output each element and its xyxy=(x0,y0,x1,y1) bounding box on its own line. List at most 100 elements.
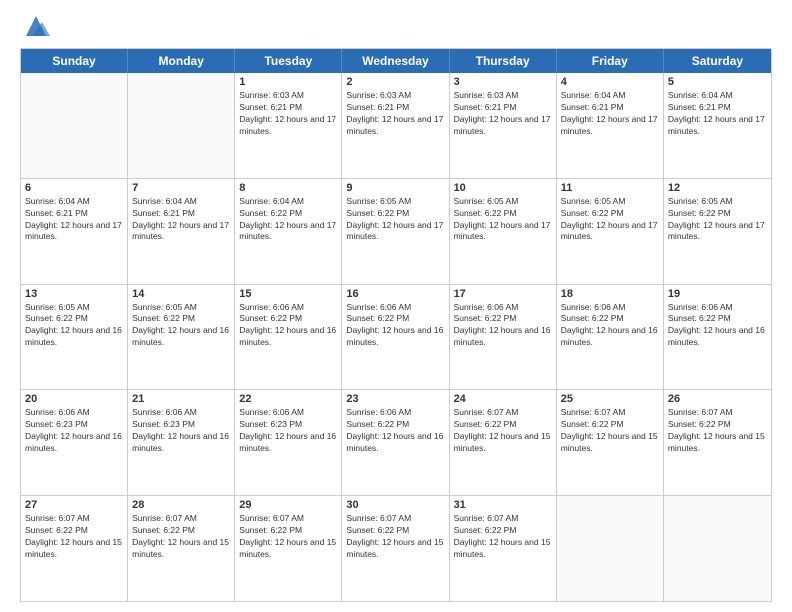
day-cell-21: 21 Sunrise: 6:06 AM Sunset: 6:23 PM Dayli… xyxy=(128,390,235,495)
day-number: 6 xyxy=(25,182,123,194)
day-number: 20 xyxy=(25,393,123,405)
day-cell-23: 23 Sunrise: 6:06 AM Sunset: 6:22 PM Dayli… xyxy=(342,390,449,495)
day-number: 24 xyxy=(454,393,552,405)
day-info: Sunrise: 6:03 AM Sunset: 6:21 PM Dayligh… xyxy=(239,90,337,138)
day-cell-9: 9 Sunrise: 6:05 AM Sunset: 6:22 PM Daylig… xyxy=(342,179,449,284)
day-cell-13: 13Sunrise: 6:05 AM Sunset: 6:22 PM Dayli… xyxy=(21,285,128,390)
day-number: 19 xyxy=(668,288,767,300)
day-cell-1: 1 Sunrise: 6:03 AM Sunset: 6:21 PM Daylig… xyxy=(235,73,342,178)
day-cell-27: 27 Sunrise: 6:07 AM Sunset: 6:22 PM Dayli… xyxy=(21,496,128,601)
day-info: Sunrise: 6:05 AM Sunset: 6:22 PM Dayligh… xyxy=(561,196,659,244)
empty-cell xyxy=(557,496,664,601)
day-cell-17: 17Sunrise: 6:06 AM Sunset: 6:22 PM Dayli… xyxy=(450,285,557,390)
day-number: 16 xyxy=(346,288,444,300)
empty-cell xyxy=(664,496,771,601)
day-number: 30 xyxy=(346,499,444,511)
day-number: 25 xyxy=(561,393,659,405)
logo-icon xyxy=(22,12,50,40)
day-info: Sunrise: 6:07 AM Sunset: 6:22 PM Dayligh… xyxy=(668,407,767,455)
day-info: Sunrise: 6:05 AM Sunset: 6:22 PM Dayligh… xyxy=(132,302,230,350)
day-info: Sunrise: 6:07 AM Sunset: 6:22 PM Dayligh… xyxy=(132,513,230,561)
day-info: Sunrise: 6:06 AM Sunset: 6:23 PM Dayligh… xyxy=(132,407,230,455)
day-cell-24: 24Sunrise: 6:07 AM Sunset: 6:22 PM Dayli… xyxy=(450,390,557,495)
day-cell-31: 31 Sunrise: 6:07 AM Sunset: 6:22 PM Dayli… xyxy=(450,496,557,601)
day-number: 1 xyxy=(239,76,337,88)
day-cell-8: 8Sunrise: 6:04 AM Sunset: 6:22 PM Daylig… xyxy=(235,179,342,284)
day-cell-10: 10 Sunrise: 6:05 AM Sunset: 6:22 PM Dayli… xyxy=(450,179,557,284)
day-number: 18 xyxy=(561,288,659,300)
day-info: Sunrise: 6:07 AM Sunset: 6:22 PM Dayligh… xyxy=(25,513,123,561)
day-number: 11 xyxy=(561,182,659,194)
day-cell-3: 3Sunrise: 6:03 AM Sunset: 6:21 PM Daylig… xyxy=(450,73,557,178)
day-number: 3 xyxy=(454,76,552,88)
day-info: Sunrise: 6:06 AM Sunset: 6:22 PM Dayligh… xyxy=(346,407,444,455)
day-number: 14 xyxy=(132,288,230,300)
week-row-1: 1 Sunrise: 6:03 AM Sunset: 6:21 PM Daylig… xyxy=(21,73,771,179)
day-cell-29: 29 Sunrise: 6:07 AM Sunset: 6:22 PM Dayli… xyxy=(235,496,342,601)
day-info: Sunrise: 6:05 AM Sunset: 6:22 PM Dayligh… xyxy=(25,302,123,350)
day-number: 27 xyxy=(25,499,123,511)
day-cell-28: 28 Sunrise: 6:07 AM Sunset: 6:22 PM Dayli… xyxy=(128,496,235,601)
header-day-monday: Monday xyxy=(128,49,235,73)
day-cell-12: 12 Sunrise: 6:05 AM Sunset: 6:22 PM Dayli… xyxy=(664,179,771,284)
day-info: Sunrise: 6:04 AM Sunset: 6:21 PM Dayligh… xyxy=(132,196,230,244)
day-info: Sunrise: 6:06 AM Sunset: 6:23 PM Dayligh… xyxy=(239,407,337,455)
day-cell-16: 16 Sunrise: 6:06 AM Sunset: 6:22 PM Dayli… xyxy=(342,285,449,390)
header-day-tuesday: Tuesday xyxy=(235,49,342,73)
header-day-saturday: Saturday xyxy=(664,49,771,73)
day-info: Sunrise: 6:06 AM Sunset: 6:23 PM Dayligh… xyxy=(25,407,123,455)
week-row-3: 13Sunrise: 6:05 AM Sunset: 6:22 PM Dayli… xyxy=(21,285,771,391)
day-info: Sunrise: 6:07 AM Sunset: 6:22 PM Dayligh… xyxy=(346,513,444,561)
day-cell-25: 25 Sunrise: 6:07 AM Sunset: 6:22 PM Dayli… xyxy=(557,390,664,495)
calendar-header-row: SundayMondayTuesdayWednesdayThursdayFrid… xyxy=(21,49,771,73)
empty-cell xyxy=(128,73,235,178)
day-cell-11: 11 Sunrise: 6:05 AM Sunset: 6:22 PM Dayli… xyxy=(557,179,664,284)
header-day-thursday: Thursday xyxy=(450,49,557,73)
day-number: 17 xyxy=(454,288,552,300)
day-number: 28 xyxy=(132,499,230,511)
logo xyxy=(20,16,50,40)
header-day-friday: Friday xyxy=(557,49,664,73)
day-cell-18: 18Sunrise: 6:06 AM Sunset: 6:22 PM Dayli… xyxy=(557,285,664,390)
day-cell-15: 15Sunrise: 6:06 AM Sunset: 6:22 PM Dayli… xyxy=(235,285,342,390)
day-cell-7: 7 Sunrise: 6:04 AM Sunset: 6:21 PM Daylig… xyxy=(128,179,235,284)
day-info: Sunrise: 6:06 AM Sunset: 6:22 PM Dayligh… xyxy=(346,302,444,350)
day-number: 21 xyxy=(132,393,230,405)
day-cell-19: 19Sunrise: 6:06 AM Sunset: 6:22 PM Dayli… xyxy=(664,285,771,390)
day-info: Sunrise: 6:03 AM Sunset: 6:21 PM Dayligh… xyxy=(346,90,444,138)
day-info: Sunrise: 6:04 AM Sunset: 6:21 PM Dayligh… xyxy=(561,90,659,138)
day-info: Sunrise: 6:05 AM Sunset: 6:22 PM Dayligh… xyxy=(346,196,444,244)
day-number: 29 xyxy=(239,499,337,511)
day-number: 31 xyxy=(454,499,552,511)
day-number: 5 xyxy=(668,76,767,88)
day-info: Sunrise: 6:05 AM Sunset: 6:22 PM Dayligh… xyxy=(668,196,767,244)
calendar: SundayMondayTuesdayWednesdayThursdayFrid… xyxy=(20,48,772,602)
day-cell-4: 4Sunrise: 6:04 AM Sunset: 6:21 PM Daylig… xyxy=(557,73,664,178)
day-number: 26 xyxy=(668,393,767,405)
week-row-4: 20 Sunrise: 6:06 AM Sunset: 6:23 PM Dayli… xyxy=(21,390,771,496)
day-info: Sunrise: 6:07 AM Sunset: 6:22 PM Dayligh… xyxy=(454,513,552,561)
day-info: Sunrise: 6:07 AM Sunset: 6:22 PM Dayligh… xyxy=(561,407,659,455)
day-number: 12 xyxy=(668,182,767,194)
day-number: 8 xyxy=(239,182,337,194)
header-day-wednesday: Wednesday xyxy=(342,49,449,73)
header xyxy=(20,16,772,40)
day-number: 10 xyxy=(454,182,552,194)
day-cell-6: 6Sunrise: 6:04 AM Sunset: 6:21 PM Daylig… xyxy=(21,179,128,284)
day-info: Sunrise: 6:07 AM Sunset: 6:22 PM Dayligh… xyxy=(239,513,337,561)
day-number: 7 xyxy=(132,182,230,194)
day-info: Sunrise: 6:04 AM Sunset: 6:21 PM Dayligh… xyxy=(668,90,767,138)
week-row-2: 6 Sunrise: 6:04 AM Sunset: 6:21 PM Daylig… xyxy=(21,179,771,285)
day-cell-22: 22 Sunrise: 6:06 AM Sunset: 6:23 PM Dayli… xyxy=(235,390,342,495)
week-row-5: 27 Sunrise: 6:07 AM Sunset: 6:22 PM Dayli… xyxy=(21,496,771,601)
page: SundayMondayTuesdayWednesdayThursdayFrid… xyxy=(0,0,792,612)
day-cell-5: 5 Sunrise: 6:04 AM Sunset: 6:21 PM Daylig… xyxy=(664,73,771,178)
day-number: 15 xyxy=(239,288,337,300)
day-info: Sunrise: 6:05 AM Sunset: 6:22 PM Dayligh… xyxy=(454,196,552,244)
day-number: 23 xyxy=(346,393,444,405)
header-day-sunday: Sunday xyxy=(21,49,128,73)
day-cell-30: 30 Sunrise: 6:07 AM Sunset: 6:22 PM Dayli… xyxy=(342,496,449,601)
day-number: 9 xyxy=(346,182,444,194)
day-number: 22 xyxy=(239,393,337,405)
day-cell-14: 14 Sunrise: 6:05 AM Sunset: 6:22 PM Dayli… xyxy=(128,285,235,390)
